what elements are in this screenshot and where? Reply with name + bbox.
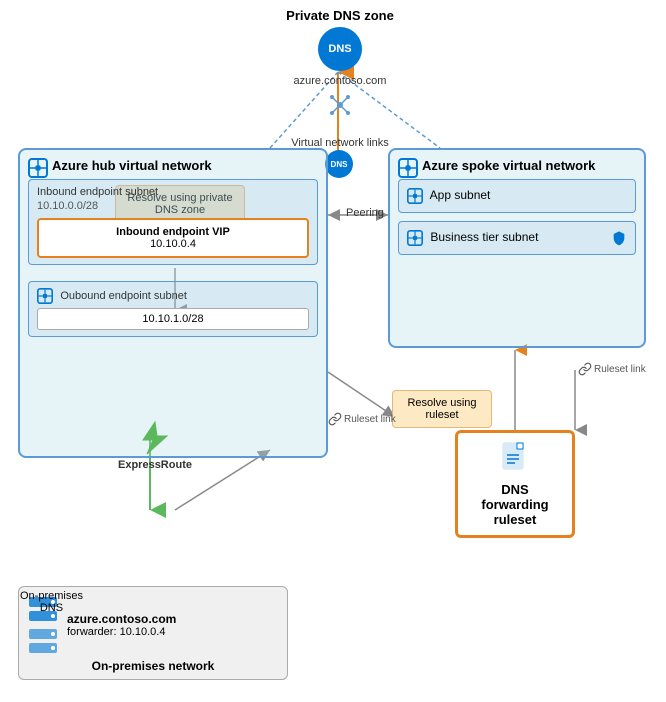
- expressroute-label: ExpressRoute: [118, 459, 192, 471]
- business-subnet: Business tier subnet: [398, 221, 636, 255]
- peering-label: Peering: [346, 207, 384, 219]
- inbound-vip-title: Inbound endpoint VIP: [47, 226, 299, 238]
- outbound-subnet: Oubound endpoint subnet 10.10.1.0/28: [28, 281, 318, 337]
- onprem-domain: azure.contoso.com: [67, 612, 176, 626]
- hub-vnet-title: Azure hub virtual network: [28, 158, 318, 173]
- expressroute-container: ExpressRoute: [118, 420, 192, 471]
- ruleset-link-label-2: Ruleset link: [578, 362, 646, 376]
- app-subnet-label: App subnet: [430, 188, 491, 202]
- hub-vnet: Azure hub virtual network Inbound endpoi…: [18, 148, 328, 458]
- doc-svg: [501, 441, 529, 473]
- server-icon-2: [27, 627, 59, 655]
- outbound-subnet-title: Oubound endpoint subnet: [60, 290, 187, 302]
- inbound-vip-ip: 10.10.0.4: [47, 238, 299, 250]
- ruleset-link-text-1: Ruleset link: [344, 414, 396, 425]
- shield-icon: [611, 230, 627, 246]
- vnet-links-icon: [328, 93, 352, 117]
- document-icon: [466, 441, 564, 480]
- spoke-vnet-title: Azure spoke virtual network: [398, 158, 636, 173]
- expressroute-icon: [135, 420, 175, 456]
- diagram-container: Private DNS zone DNS azure.contoso.com V…: [0, 0, 666, 702]
- hub-dns-badge: DNS: [325, 150, 353, 178]
- business-subnet-icon: [407, 230, 423, 246]
- business-subnet-label: Business tier subnet: [430, 230, 538, 244]
- link-icon-1: [328, 412, 342, 426]
- link-icon-2: [578, 362, 592, 376]
- ruleset-box: DNS forwarding ruleset: [455, 430, 575, 538]
- inbound-subnet: Inbound endpoint subnet 10.10.0.0/28 Inb…: [28, 179, 318, 265]
- dns-url: azure.contoso.com: [280, 75, 400, 87]
- inbound-subnet-title: Inbound endpoint subnet: [37, 186, 309, 198]
- private-dns-label: Private DNS zone: [280, 8, 400, 23]
- outbound-subnet-icon: [37, 288, 53, 304]
- spoke-vnet: Azure spoke virtual network App subnet: [388, 148, 646, 348]
- ruleset-title: DNS forwarding ruleset: [466, 482, 564, 527]
- app-subnet: App subnet: [398, 179, 636, 213]
- dns-circle: DNS: [318, 27, 362, 71]
- resolve-ruleset-box: Resolve using ruleset: [392, 390, 492, 428]
- onprem-dns-label: On-premisesDNS: [20, 590, 83, 614]
- resolve-ruleset-text: Resolve using ruleset: [407, 397, 476, 421]
- onprem-text-block: azure.contoso.com forwarder: 10.10.0.4: [67, 612, 176, 638]
- onprem-forwarder: forwarder: 10.10.0.4: [67, 626, 176, 638]
- private-dns-zone: Private DNS zone DNS azure.contoso.com V…: [280, 8, 400, 149]
- outbound-ip-box: 10.10.1.0/28: [37, 308, 309, 330]
- onprem-network-label: On-premises network: [27, 659, 279, 673]
- inbound-vip-box: Inbound endpoint VIP 10.10.0.4: [37, 218, 309, 258]
- app-subnet-icon: [407, 188, 423, 204]
- ruleset-link-label-1: Ruleset link: [328, 412, 396, 426]
- inbound-subnet-cidr: 10.10.0.0/28: [37, 200, 309, 212]
- spoke-vnet-icon: [398, 158, 418, 178]
- ruleset-link-text-2: Ruleset link: [594, 364, 646, 375]
